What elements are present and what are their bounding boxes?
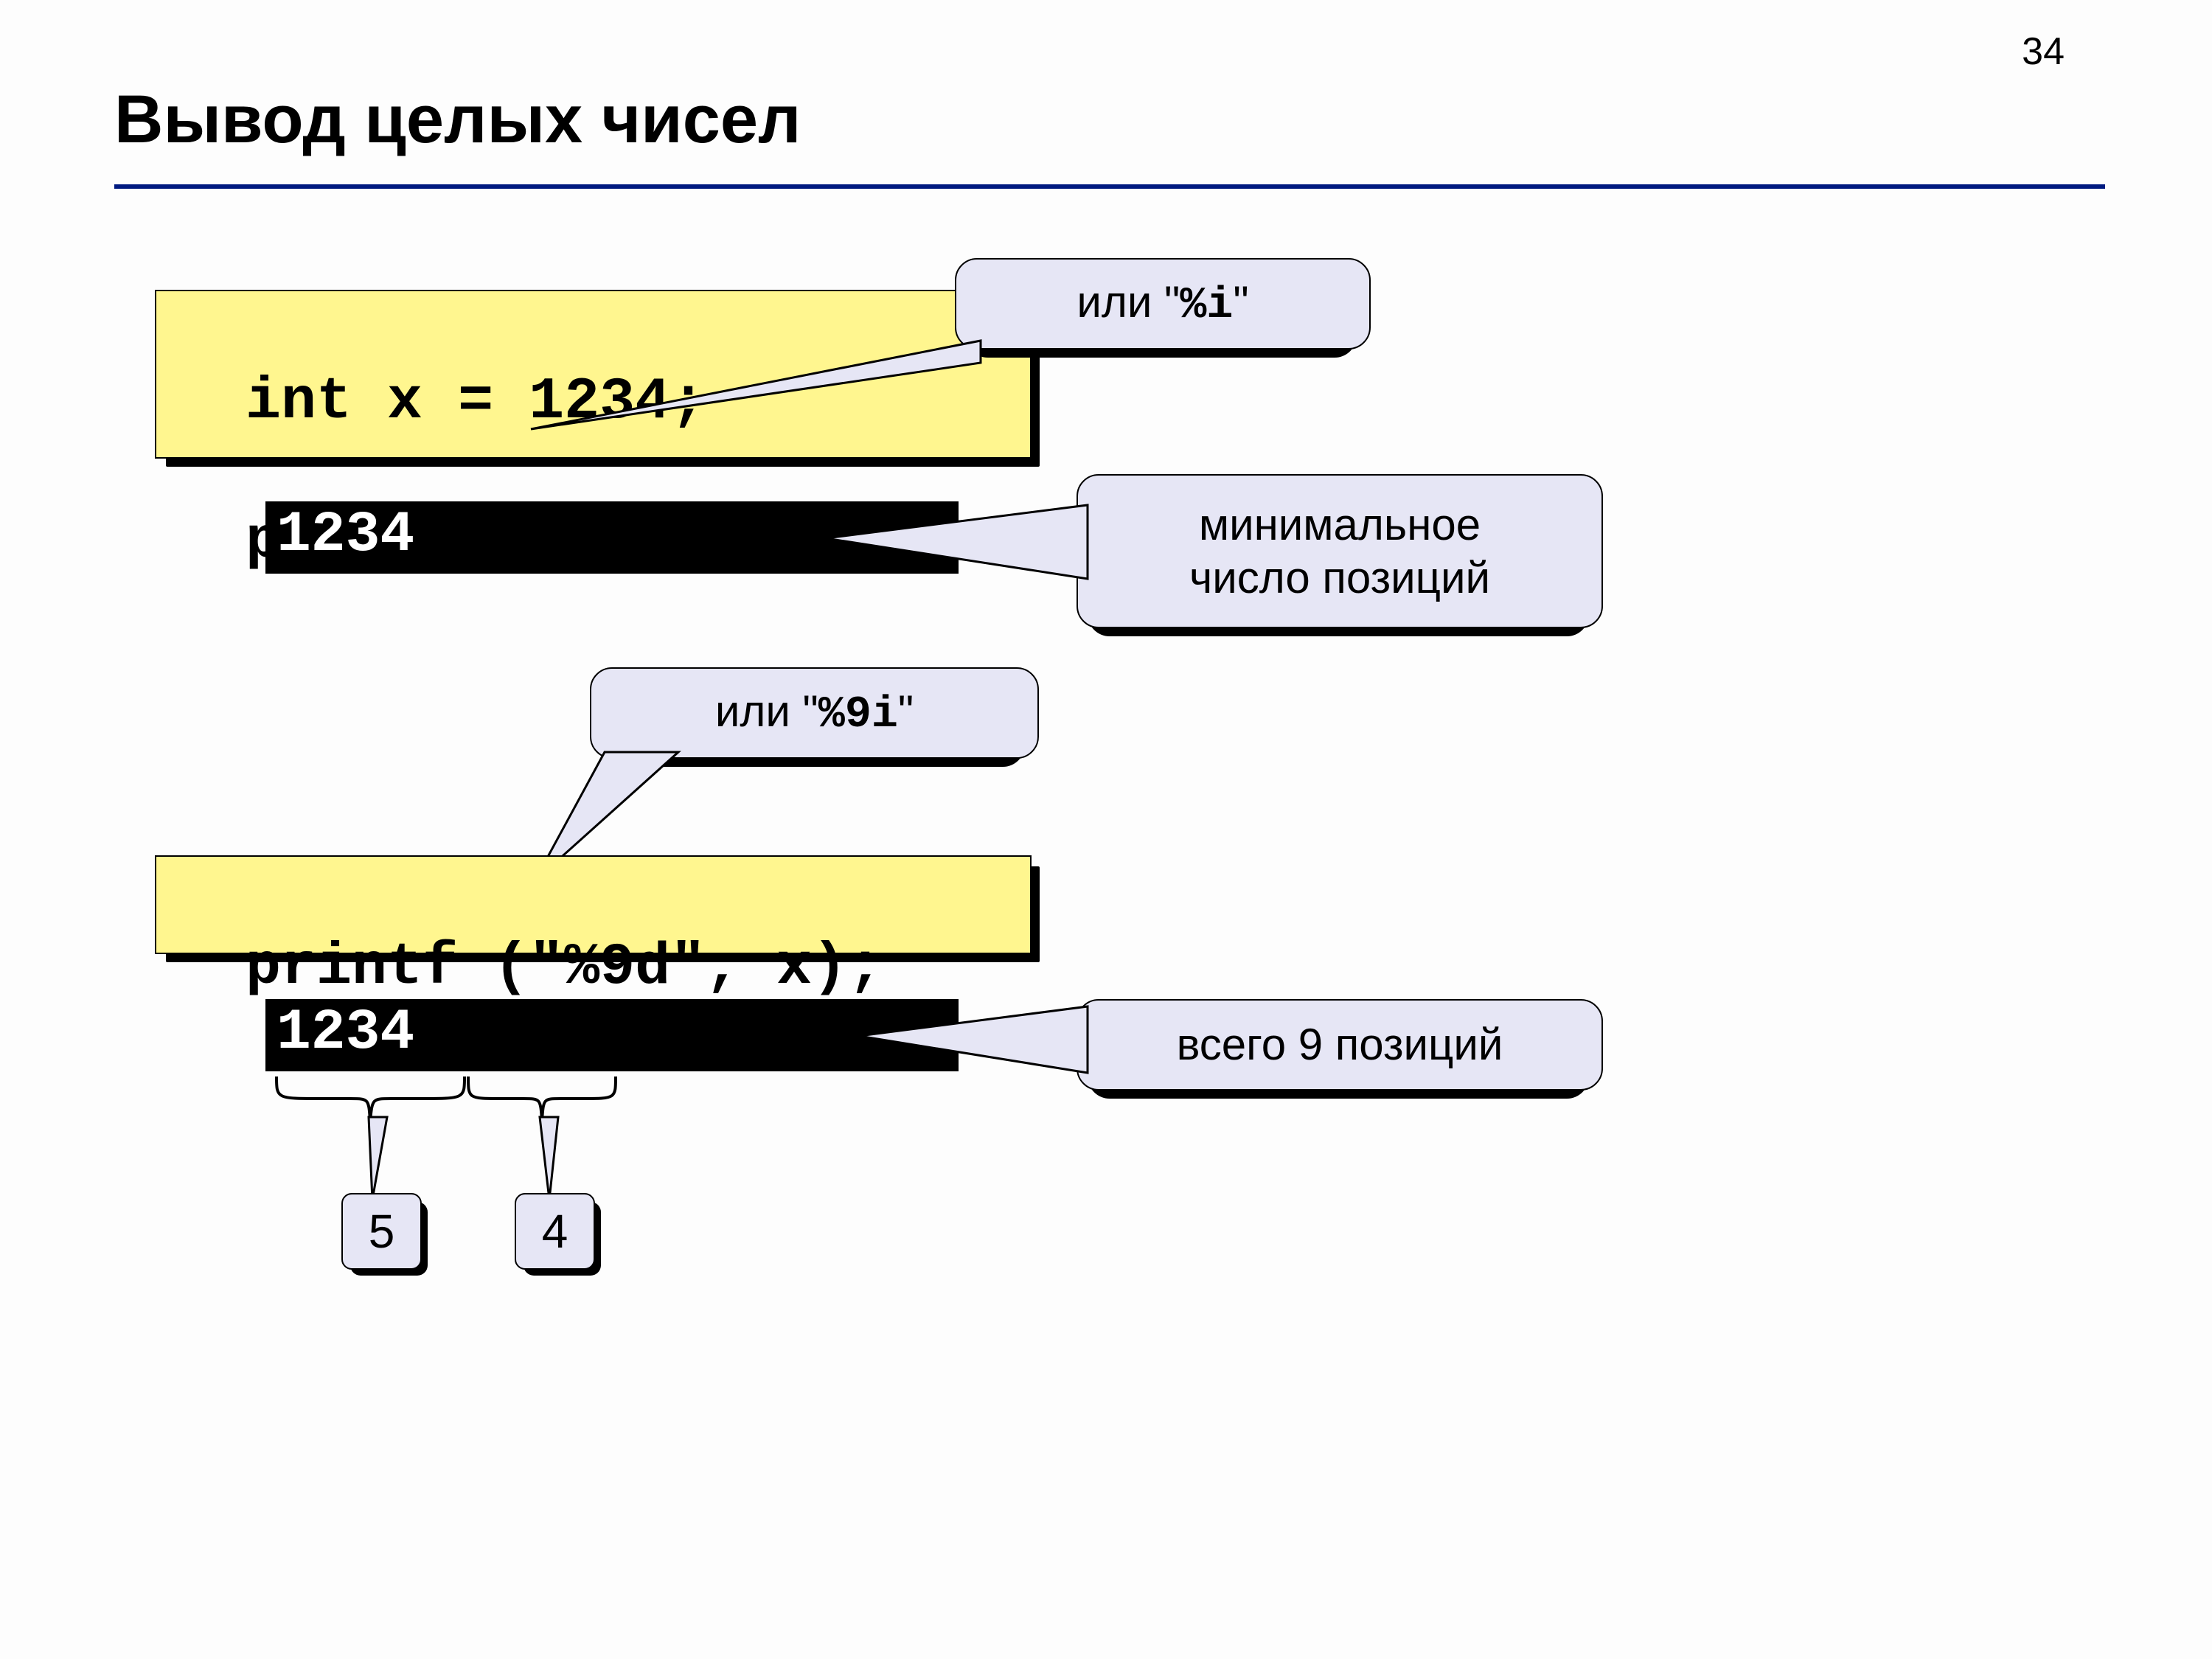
page-number: 34 (2022, 29, 2065, 74)
callout-i-suffix: " (1233, 277, 1248, 327)
callout-total9: всего 9 позиций (1077, 999, 1603, 1091)
callout-i: или "%i" (955, 258, 1371, 349)
callout-i-pointer (531, 341, 988, 437)
callout-9i-mono: %9i (818, 690, 898, 740)
tag-4: 4 (515, 1193, 595, 1270)
callout-total9-pointer (859, 1006, 1091, 1077)
tag-4-text: 4 (542, 1204, 568, 1259)
callout-i-prefix: или " (1077, 277, 1180, 327)
callout-minpos-l1: минимальное (1199, 500, 1481, 549)
brace4-pointer (524, 1117, 575, 1202)
callout-9i-suffix: " (898, 686, 914, 736)
callout-9i: или "%9i" (590, 667, 1039, 759)
console1-text: 1234 (276, 503, 414, 568)
callout-i-mono: %i (1180, 281, 1233, 331)
console2-text: 1234 (276, 1001, 414, 1065)
callout-9i-prefix: или " (715, 686, 818, 736)
title-rule (114, 184, 2105, 189)
tag-5: 5 (341, 1193, 422, 1270)
code2-line1: printf ("%9d", x); (246, 934, 883, 1001)
brace5-pointer (347, 1117, 398, 1202)
callout-minpos-l2: число позиций (1189, 553, 1490, 602)
slide-title: Вывод целых чисел (114, 81, 801, 159)
code2-block: printf ("%9d", x); (155, 855, 1032, 954)
console2: 1234 (265, 999, 959, 1071)
callout-minpos: минимальное число позиций (1077, 474, 1603, 628)
tag-5-text: 5 (369, 1204, 395, 1259)
callout-total9-text: всего 9 позиций (1177, 1018, 1503, 1071)
callout-minpos-pointer (826, 505, 1091, 594)
